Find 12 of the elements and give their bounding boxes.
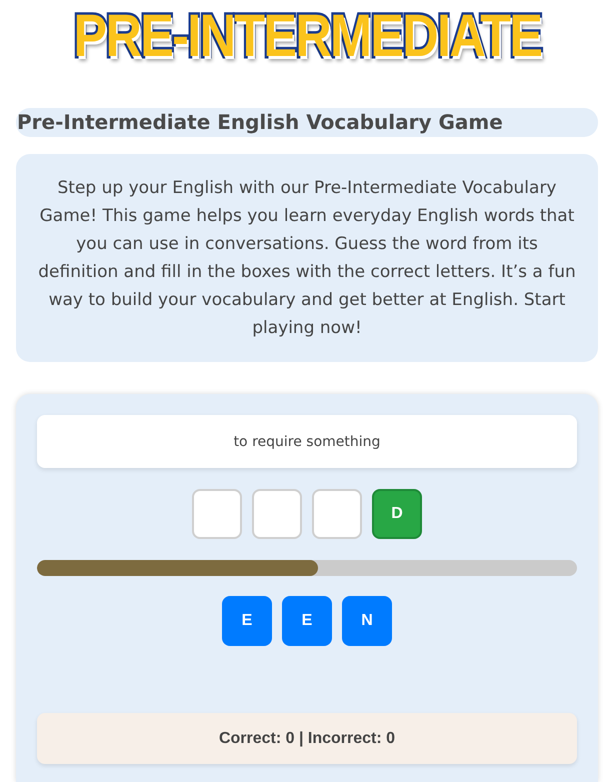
logo-text: PRE-INTERMEDIATE <box>73 5 541 67</box>
letter-button[interactable]: N <box>342 596 392 646</box>
letter-slot[interactable] <box>192 489 242 539</box>
letter-slot[interactable] <box>312 489 362 539</box>
letter-slot[interactable]: D <box>372 489 422 539</box>
letter-button[interactable]: E <box>282 596 332 646</box>
definition-text: to require something <box>234 434 380 450</box>
score-text: Correct: 0 | Incorrect: 0 <box>218 730 396 748</box>
description-text: Step up your English with our Pre-Intermediate Vocabulary Game! This game helps you learn everyday English words that you can use in conversations. Guess the word from its definition and fill in the boxes with the correct letters. It’s a fun way to build your vocabulary and get better at English. Start playing now! <box>37 177 577 340</box>
page-title: Pre-Intermediate English Vocabulary Game <box>16 108 598 137</box>
letter-slot[interactable] <box>252 489 302 539</box>
letter-button[interactable]: E <box>222 596 272 646</box>
